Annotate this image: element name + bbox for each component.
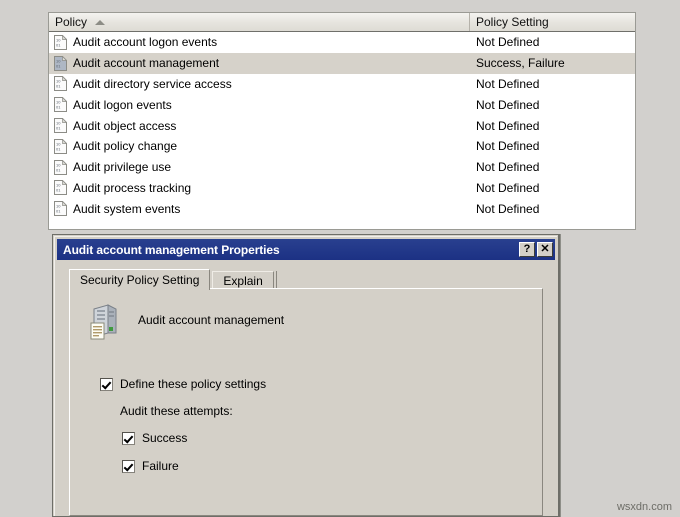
policy-setting-cell: Not Defined: [476, 76, 540, 91]
policy-name-text: Audit object access: [73, 118, 177, 133]
policy-name-text: Audit system events: [73, 201, 181, 216]
policy-name-cell: 10 01 Audit logon events: [54, 97, 469, 113]
failure-checkbox-box[interactable]: [122, 459, 135, 473]
success-checkbox-box[interactable]: [122, 431, 135, 445]
list-column-header: Policy Policy Setting: [49, 13, 635, 32]
policy-name-text: Audit privilege use: [73, 160, 172, 175]
properties-dialog: Audit account management Properties ? ✕ …: [52, 234, 560, 517]
policy-setting-cell: Not Defined: [476, 160, 540, 175]
table-row[interactable]: 10 01 Audit policy change Not Defined: [49, 136, 635, 157]
policy-name-cell: 10 01 Audit account management: [54, 55, 469, 71]
policy-name-text: Audit process tracking: [73, 180, 192, 195]
close-button[interactable]: ✕: [537, 242, 553, 257]
policy-name-cell: 10 01 Audit process tracking: [54, 180, 469, 196]
column-header-policy-label: Policy: [55, 15, 88, 29]
policy-name-text: Audit account management: [73, 56, 220, 71]
policy-document-icon: 1001: [54, 97, 67, 113]
dialog-title: Audit account management Properties: [63, 242, 280, 257]
success-checkbox[interactable]: Success: [122, 431, 542, 445]
define-policy-settings-checkbox[interactable]: Define these policy settings: [100, 377, 542, 391]
policy-setting-cell: Not Defined: [476, 118, 540, 133]
policy-name-cell: 10 01 Audit privilege use: [54, 159, 469, 175]
svg-text:01: 01: [56, 146, 61, 151]
tab-explain-label: Explain: [223, 273, 263, 288]
column-header-policy-setting-label: Policy Setting: [476, 15, 549, 29]
tab-strip: Security Policy Setting Explain: [69, 269, 557, 290]
svg-text:01: 01: [56, 188, 61, 193]
dialog-title-bar[interactable]: Audit account management Properties ? ✕: [57, 239, 555, 260]
policy-document-icon: 1001: [54, 201, 67, 217]
policy-setting-cell: Not Defined: [476, 35, 540, 50]
policy-name-text: Audit logon events: [73, 97, 172, 112]
table-row[interactable]: 10 01 Audit account management Success, Fai…: [49, 52, 635, 74]
watermark: wsxdn.com: [616, 501, 672, 513]
svg-text:01: 01: [56, 125, 61, 130]
tab-explain[interactable]: Explain: [212, 271, 274, 289]
tab-security-policy-setting-label: Security Policy Setting: [80, 273, 200, 287]
table-row[interactable]: 10 01 Audit process tracking Not Defined: [49, 178, 635, 199]
table-row[interactable]: 10 01 Audit account logon events Not Define…: [49, 32, 635, 53]
policy-header: Audit account management: [70, 289, 542, 343]
policy-name-cell: 10 01 Audit directory service access: [54, 76, 469, 92]
policy-setting-cell: Not Defined: [476, 139, 540, 154]
define-policy-settings-label: Define these policy settings: [120, 377, 267, 391]
column-header-policy[interactable]: Policy: [49, 13, 469, 31]
dialog-inner-frame: Audit account management Properties ? ✕ …: [54, 236, 557, 516]
policy-name-text: Audit policy change: [73, 139, 178, 154]
table-row[interactable]: 10 01 Audit logon events Not Defined: [49, 94, 635, 115]
success-label: Success: [142, 431, 188, 445]
tab-security-policy-setting[interactable]: Security Policy Setting: [69, 269, 211, 290]
svg-text:01: 01: [56, 63, 61, 68]
policy-list-panel: Policy Policy Setting 10 01 Audit account …: [48, 12, 636, 230]
help-button[interactable]: ?: [519, 242, 535, 257]
policy-setting-cell: Success, Failure: [476, 56, 565, 71]
tab-panel-security-policy-setting: Audit account management Define these po…: [69, 288, 543, 516]
policy-setting-cell: Not Defined: [476, 180, 540, 195]
sort-ascending-icon: [95, 19, 106, 25]
policy-document-icon: 1001: [54, 118, 67, 134]
security-policy-icon: [90, 304, 117, 340]
policy-document-icon: 1001: [54, 34, 67, 50]
policy-name-cell: 10 01 Audit system events: [54, 201, 469, 217]
tab-strip-divider: [275, 271, 280, 289]
policy-document-icon: 1001: [54, 138, 67, 154]
policy-name-cell: 10 01 Audit account logon events: [54, 34, 469, 50]
policy-document-icon: 1001: [54, 76, 67, 92]
define-policy-settings-checkbox-box[interactable]: [100, 377, 113, 391]
svg-text:01: 01: [56, 84, 61, 89]
policy-document-icon: 1001: [54, 55, 67, 71]
failure-checkbox[interactable]: Failure: [122, 459, 542, 473]
policy-document-icon: 1001: [54, 159, 67, 175]
policy-setting-cell: Not Defined: [476, 201, 540, 216]
table-row[interactable]: 10 01 Audit privilege use Not Defined: [49, 157, 635, 178]
svg-text:01: 01: [56, 167, 61, 172]
policy-document-icon: 1001: [54, 180, 67, 196]
policy-name-cell: 10 01 Audit policy change: [54, 138, 469, 154]
table-row[interactable]: 10 01 Audit directory service access Not De…: [49, 74, 635, 95]
policy-list-body: 10 01 Audit account logon events Not Define…: [49, 32, 635, 220]
table-row[interactable]: 10 01 Audit system events Not Defined: [49, 198, 635, 219]
failure-label: Failure: [142, 459, 179, 473]
svg-text:01: 01: [56, 42, 61, 47]
policy-name-label: Audit account management: [138, 313, 285, 327]
svg-text:01: 01: [56, 105, 61, 110]
svg-text:01: 01: [56, 209, 61, 214]
policy-name-cell: 10 01 Audit object access: [54, 118, 469, 134]
table-row[interactable]: 10 01 Audit object access Not Defined: [49, 115, 635, 136]
policy-name-text: Audit account logon events: [73, 35, 218, 50]
column-header-policy-setting[interactable]: Policy Setting: [469, 13, 635, 31]
policy-setting-cell: Not Defined: [476, 97, 540, 112]
policy-name-text: Audit directory service access: [73, 76, 232, 91]
audit-attempts-label: Audit these attempts:: [120, 404, 233, 418]
